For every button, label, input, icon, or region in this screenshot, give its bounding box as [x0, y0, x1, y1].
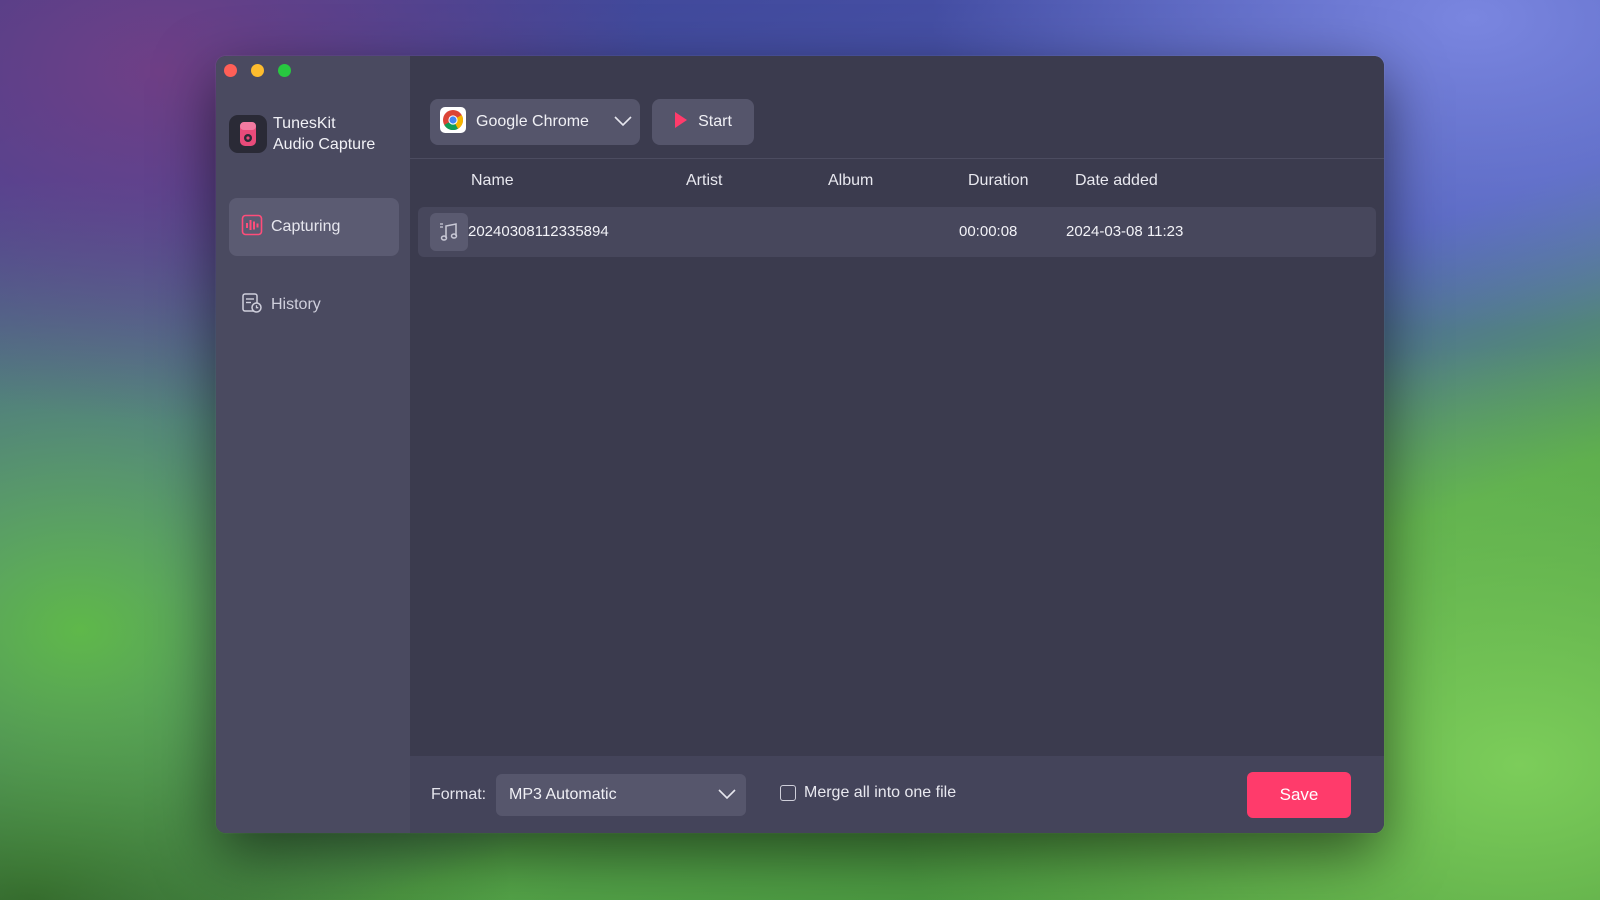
- app-name-line1: TunesKit: [273, 115, 336, 132]
- app-name-line2: Audio Capture: [273, 136, 376, 153]
- sidebar-item-label: Capturing: [271, 218, 341, 235]
- column-header-duration[interactable]: Duration: [968, 172, 1028, 190]
- app-logo-icon: [229, 115, 267, 153]
- row-duration: 00:00:08: [959, 223, 1018, 240]
- source-app-label: Google Chrome: [476, 113, 589, 130]
- music-note-icon: [430, 213, 468, 251]
- start-button-label: Start: [698, 113, 732, 130]
- play-icon: [674, 111, 688, 134]
- sidebar-item-capturing[interactable]: Capturing: [229, 198, 399, 256]
- close-window-button[interactable]: [224, 64, 237, 77]
- column-header-album[interactable]: Album: [828, 172, 873, 190]
- app-name: TunesKit Audio Capture: [273, 113, 375, 155]
- format-dropdown[interactable]: MP3 Automatic: [496, 774, 746, 816]
- app-brand: TunesKit Audio Capture: [229, 113, 375, 155]
- format-label: Format:: [431, 786, 487, 803]
- column-header-artist[interactable]: Artist: [686, 172, 722, 190]
- zoom-window-button[interactable]: [278, 64, 291, 77]
- chevron-down-icon: [614, 113, 632, 131]
- source-app-dropdown[interactable]: Google Chrome: [430, 99, 640, 145]
- sidebar-item-history[interactable]: History: [229, 276, 399, 334]
- start-button[interactable]: Start: [652, 99, 754, 145]
- column-header-name[interactable]: Name: [471, 172, 514, 190]
- main-panel: Google Chrome Start Name Artist Album Du…: [410, 56, 1384, 833]
- chrome-icon: [440, 106, 466, 138]
- format-value: MP3 Automatic: [509, 786, 617, 803]
- window-controls: [224, 64, 291, 77]
- capture-icon: [241, 214, 263, 241]
- column-header-date-added[interactable]: Date added: [1075, 172, 1158, 190]
- merge-option[interactable]: Merge all into one file: [780, 784, 956, 802]
- row-name: 20240308112335894: [468, 223, 609, 240]
- toolbar: Google Chrome Start: [410, 56, 1384, 159]
- sidebar: TunesKit Audio Capture Capturing History: [216, 56, 410, 833]
- merge-checkbox[interactable]: [780, 785, 796, 801]
- sidebar-item-label: History: [271, 296, 321, 313]
- table-row[interactable]: 20240308112335894 00:00:08 2024-03-08 11…: [418, 207, 1376, 257]
- app-window: TunesKit Audio Capture Capturing History…: [216, 56, 1384, 833]
- history-icon: [241, 292, 263, 319]
- merge-label: Merge all into one file: [804, 784, 957, 801]
- chevron-down-icon: [718, 786, 736, 804]
- row-date-added: 2024-03-08 11:23: [1066, 223, 1184, 240]
- minimize-window-button[interactable]: [251, 64, 264, 77]
- footer-bar: Format: MP3 Automatic Merge all into one…: [410, 756, 1384, 833]
- table-header: Name Artist Album Duration Date added: [410, 168, 1384, 198]
- save-button[interactable]: Save: [1247, 772, 1351, 818]
